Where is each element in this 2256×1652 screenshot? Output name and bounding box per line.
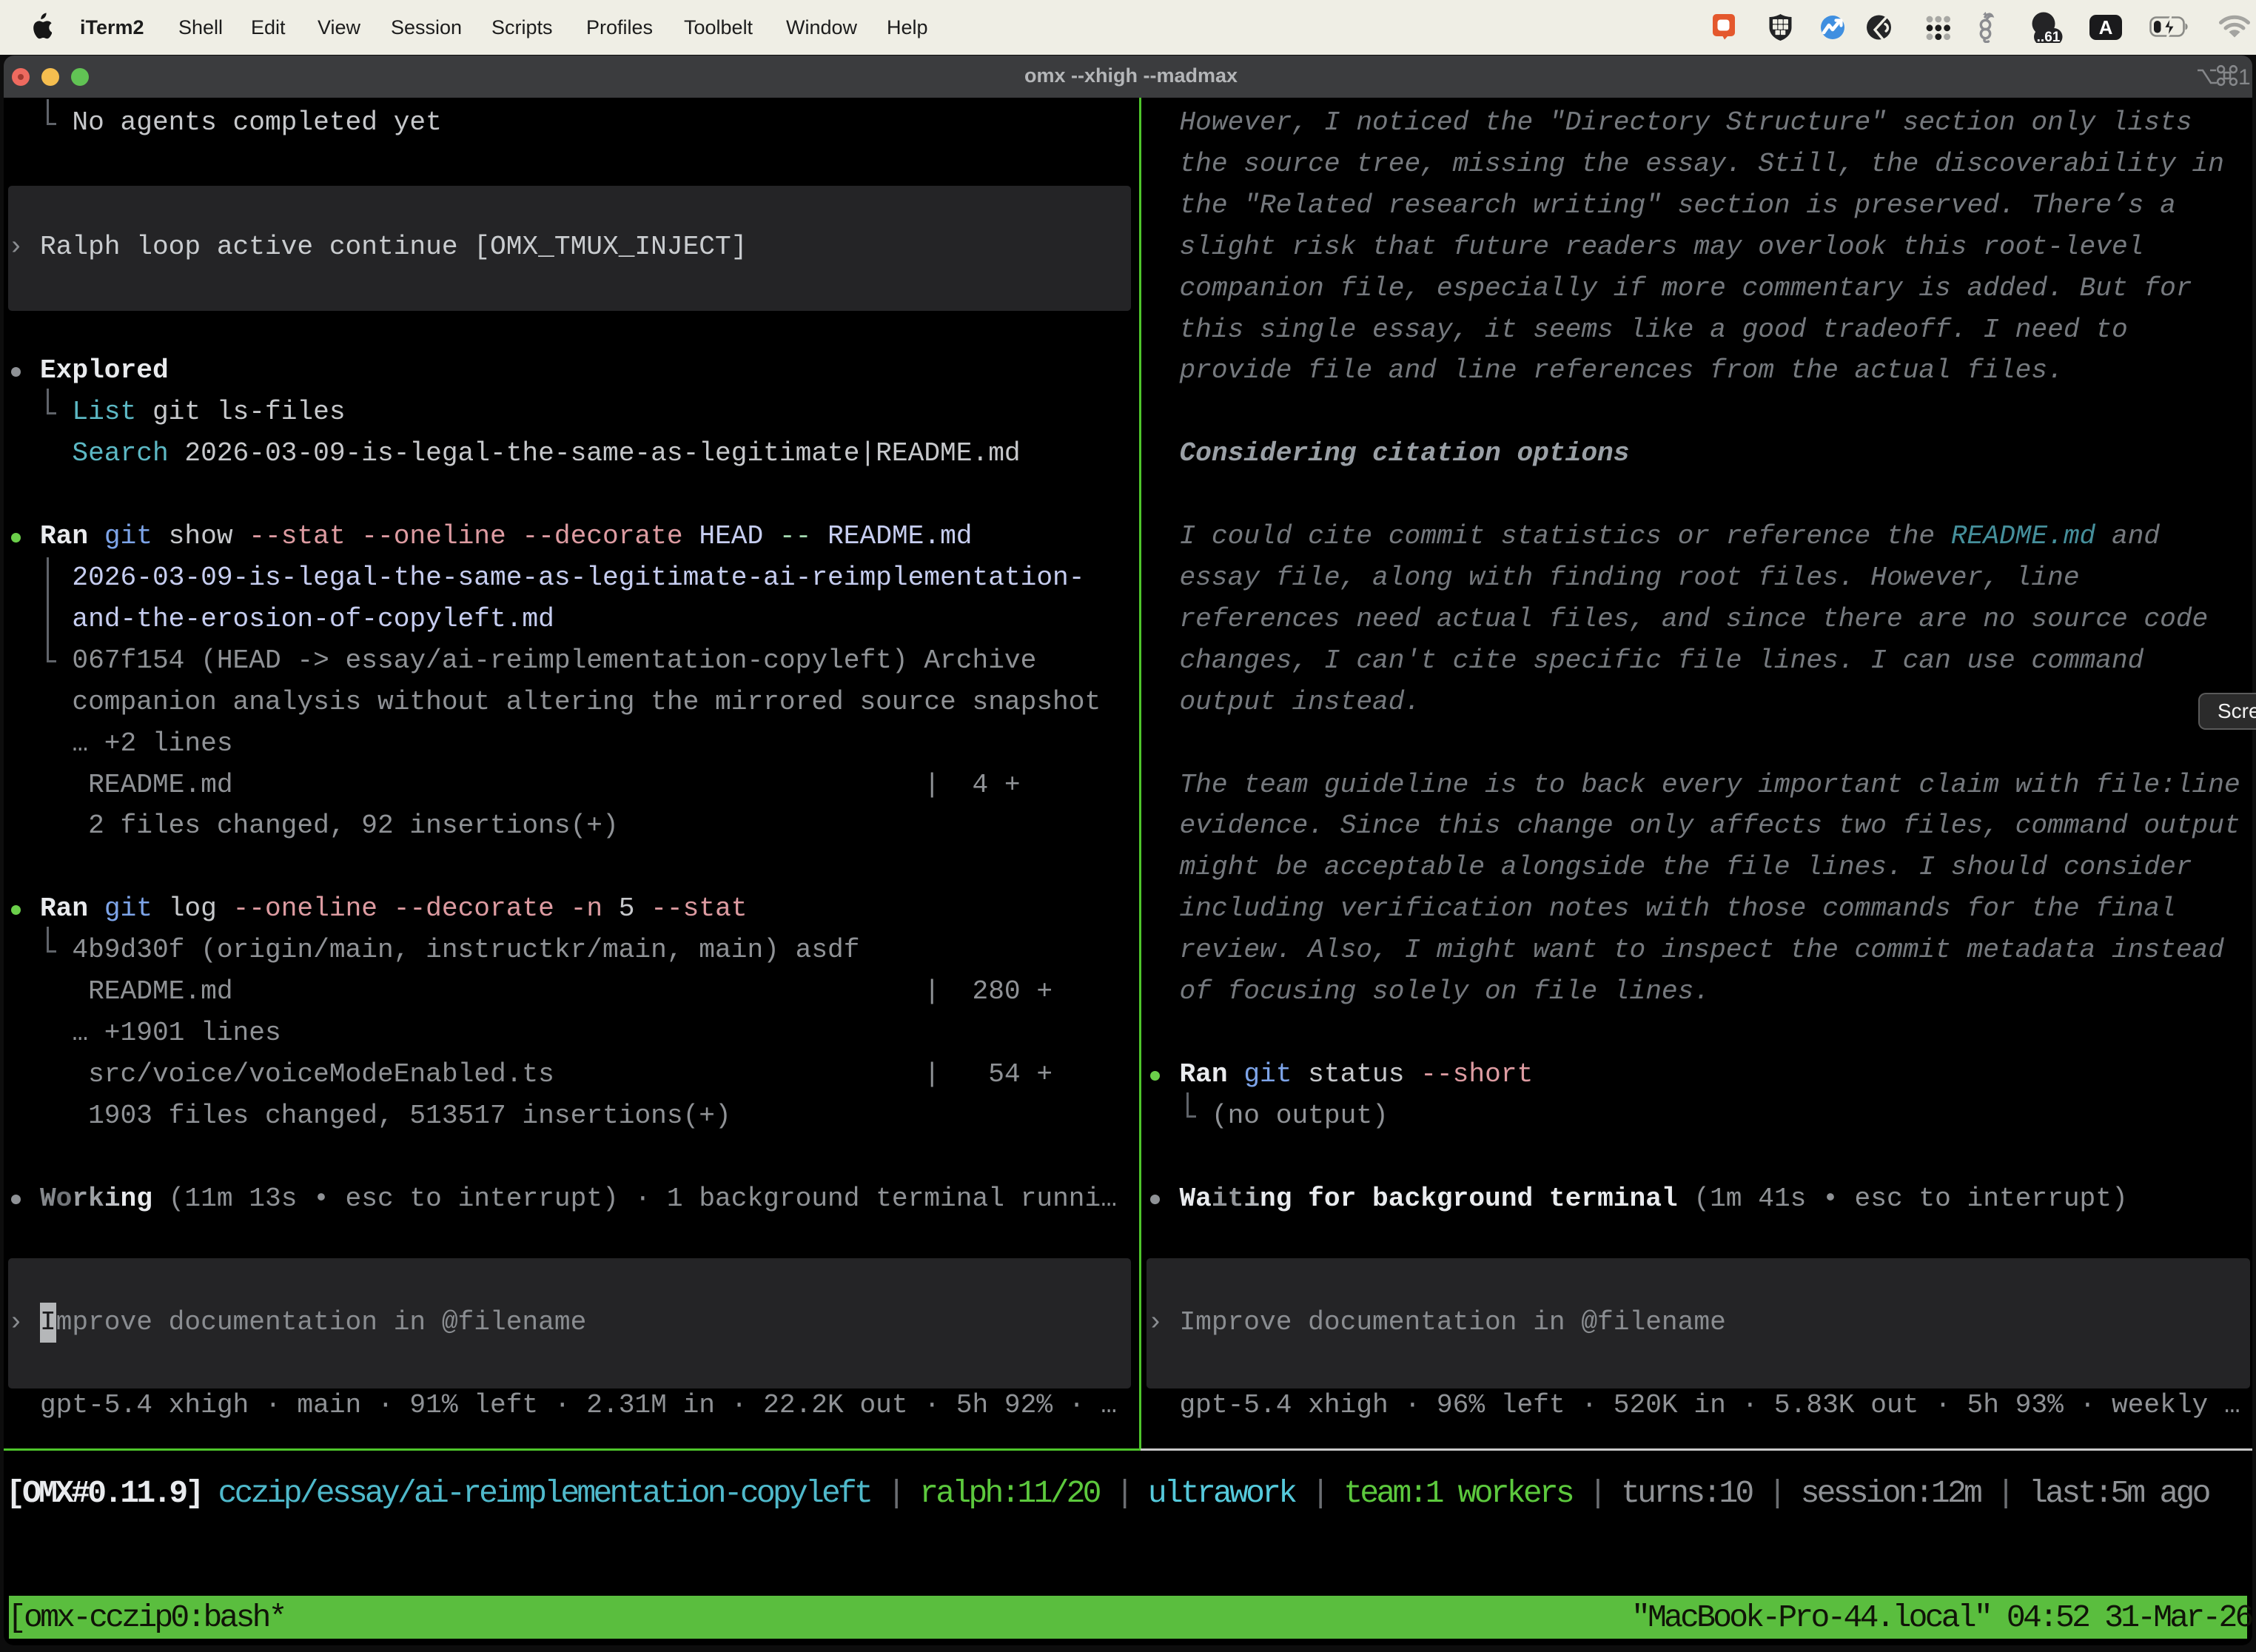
svg-text:1: 1: [2238, 65, 2250, 90]
svg-text:..61: ..61: [2037, 30, 2061, 43]
